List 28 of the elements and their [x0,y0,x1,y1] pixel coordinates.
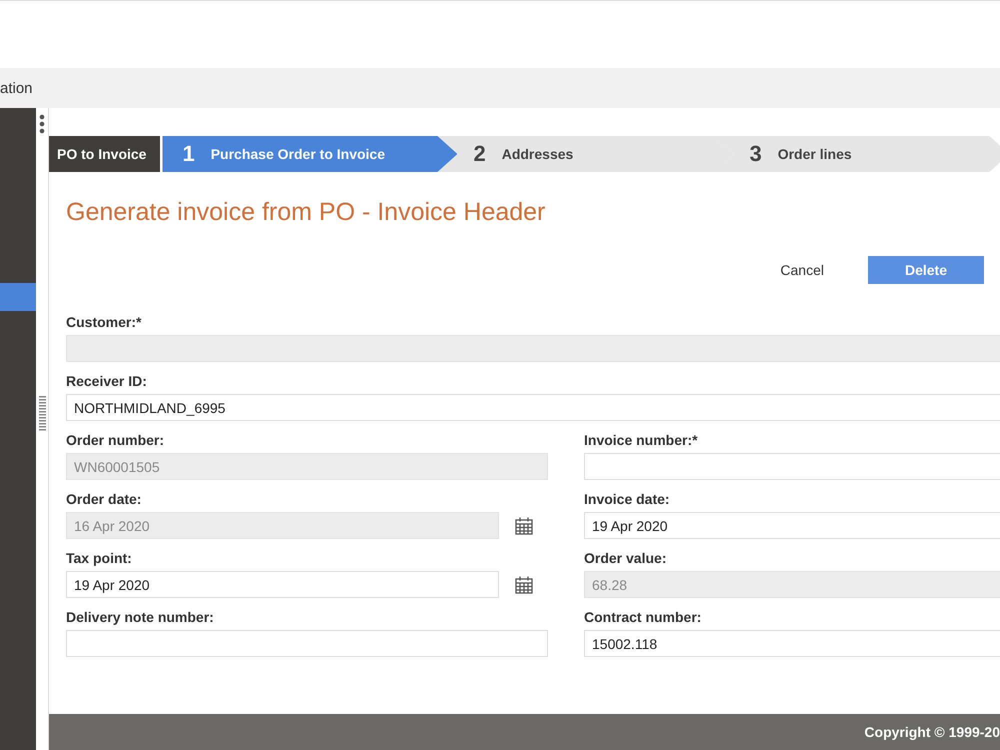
input-field[interactable] [584,453,1000,480]
field-label: Order number: [66,432,166,448]
field-label: Order value: [584,550,668,566]
page-title: Generate invoice from PO - Invoice Header [66,198,546,227]
field-label: Invoice date: [584,491,671,507]
field-label: Invoice number:* [584,432,699,448]
resize-handle[interactable] [38,396,46,432]
app-title: ation [0,80,33,96]
input-field[interactable]: 19 Apr 2020 [584,512,1000,539]
calendar-icon[interactable] [515,516,533,534]
wizard-step[interactable]: 2 Addresses [437,136,734,172]
calendar-icon[interactable] [515,576,533,594]
field-label: Contract number: [584,609,702,625]
input-field[interactable]: 19 Apr 2020 [66,571,499,598]
cancel-button[interactable]: Cancel [774,256,830,284]
copyright-text: Copyright © 1999-20 [864,724,1000,740]
field-label: Order date: [66,491,142,507]
input-field[interactable]: 15002.118 [584,630,1000,657]
wizard-step[interactable]: 1 Purchase Order to Invoice [162,136,458,172]
field-label: Customer:* [66,314,142,330]
input-field[interactable]: NORTHMIDLAND_6995 [66,394,1000,421]
field-label: Tax point: [66,550,133,566]
field-label: Delivery note number: [66,609,215,625]
input-field[interactable] [66,630,548,657]
wizard-name: PO to Invoice [49,136,160,172]
more-icon[interactable] [39,114,45,134]
field-label: Receiver ID: [66,373,148,389]
wizard-step[interactable]: 3 Order lines [713,136,1000,172]
